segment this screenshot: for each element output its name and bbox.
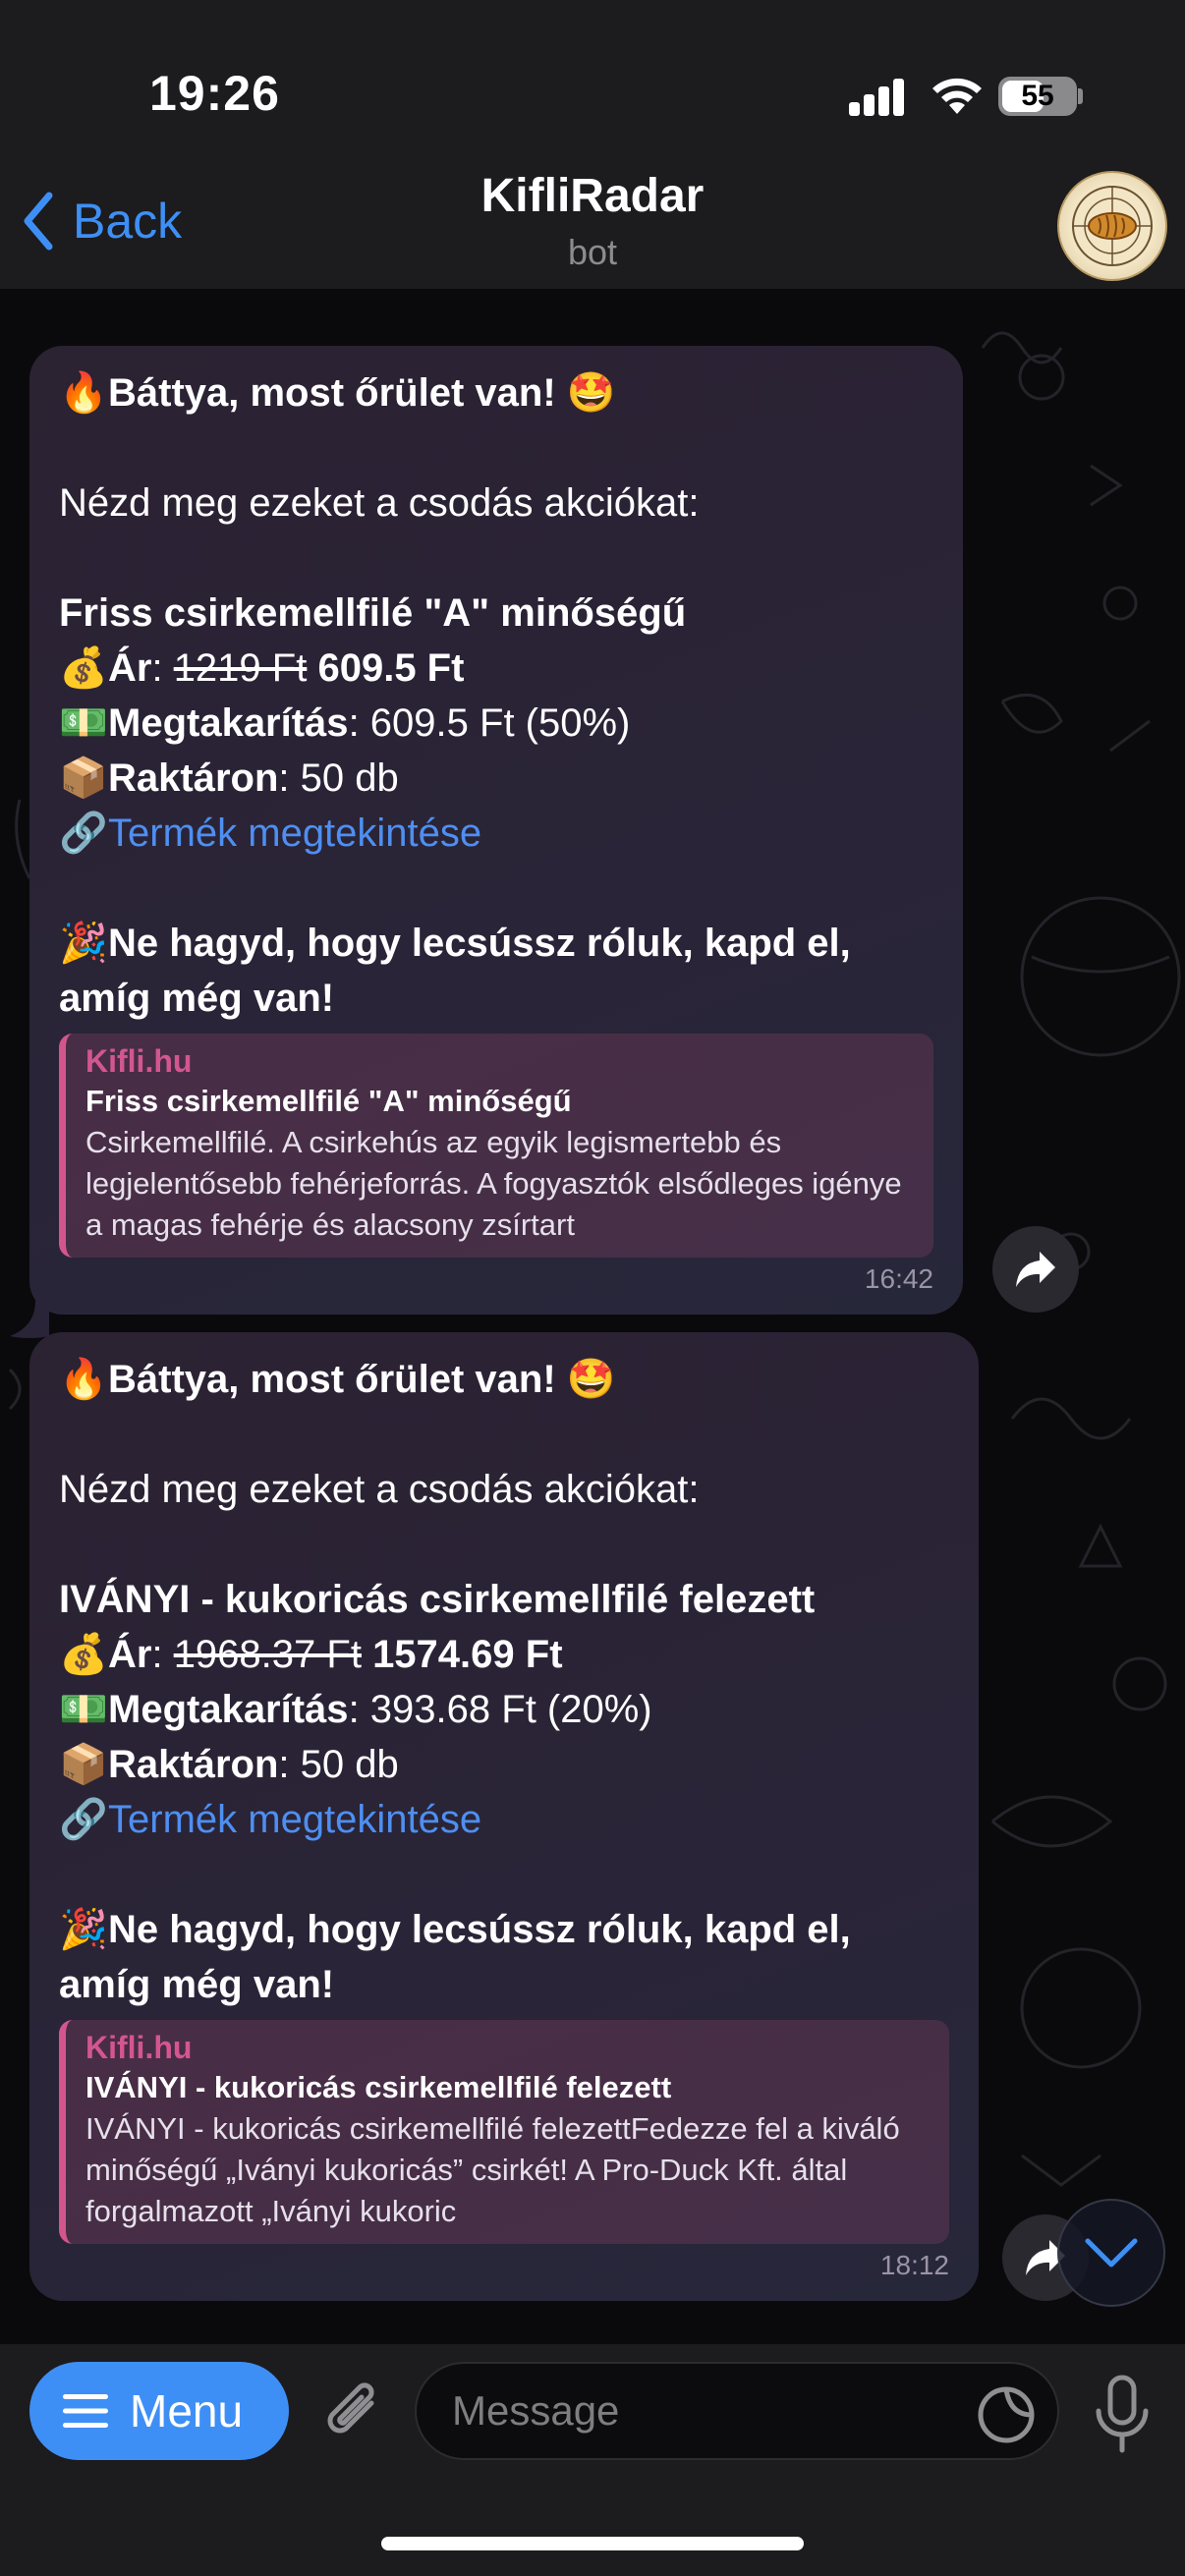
- message-time: 16:42: [864, 1263, 933, 1294]
- cta-line-1: Ne hagyd, hogy lecsússz róluk, kapd el,: [108, 1908, 851, 1951]
- fire-icon: 🔥: [59, 371, 108, 415]
- menu-label: Menu: [130, 2385, 244, 2436]
- fire-icon: 🔥: [59, 1358, 108, 1401]
- cta-line-1: Ne hagyd, hogy lecsússz róluk, kapd el,: [108, 922, 851, 965]
- preview-site: Kifli.hu: [85, 1043, 193, 1079]
- message-time: 18:12: [879, 2250, 949, 2280]
- star-struck-icon: 🤩: [566, 1358, 616, 1401]
- home-indicator[interactable]: [381, 2537, 804, 2550]
- chat-area[interactable]: 🔥Báttya, most őrület van! 🤩 Nézd meg eze…: [0, 289, 1185, 2344]
- product-link[interactable]: Termék megtekintése: [108, 812, 481, 855]
- cta-line-2: amíg még van!: [59, 1963, 335, 2006]
- link-preview[interactable]: Kifli.hu Friss csirkemellfilé "A" minősé…: [59, 1034, 933, 1258]
- message-headline: Báttya, most őrület van!: [108, 371, 556, 415]
- stock-label: Raktáron: [108, 756, 279, 800]
- money-bag-icon: 💰: [59, 1633, 108, 1676]
- new-price: 609.5 Ft: [317, 646, 465, 690]
- savings-label: Megtakarítás: [108, 1688, 349, 1731]
- package-icon: 📦: [59, 1743, 108, 1786]
- chat-subtitle: bot: [567, 232, 618, 272]
- money-bag-icon: 💰: [59, 646, 108, 690]
- menu-button[interactable]: Menu: [29, 2362, 289, 2460]
- forward-button[interactable]: [992, 1226, 1079, 1313]
- chat-title[interactable]: KifliRadar: [0, 169, 1185, 223]
- message-intro: Nézd meg ezeket a csodás akciókat:: [59, 1468, 700, 1511]
- stock-label: Raktáron: [108, 1743, 279, 1786]
- scroll-to-bottom-button[interactable]: [1057, 2199, 1165, 2307]
- message-bubble[interactable]: 🔥Báttya, most őrület van! 🤩 Nézd meg eze…: [29, 1332, 979, 2301]
- product-name: IVÁNYI - kukoricás csirkemellfilé feleze…: [59, 1578, 816, 1621]
- message-headline: Báttya, most őrület van!: [108, 1358, 556, 1401]
- battery-icon: 55: [998, 77, 1077, 116]
- stock-value: 50 db: [300, 756, 399, 800]
- bot-avatar[interactable]: [1057, 171, 1167, 281]
- battery-level: 55: [1021, 80, 1054, 112]
- preview-description: IVÁNYI - kukoricás csirkemellfilé feleze…: [85, 2111, 900, 2228]
- star-struck-icon: 🤩: [566, 371, 616, 415]
- preview-title: IVÁNYI - kukoricás csirkemellfilé feleze…: [85, 2070, 672, 2104]
- sticker-icon[interactable]: [977, 2385, 1036, 2444]
- old-price: 1219 Ft: [173, 646, 308, 690]
- link-icon: 🔗: [59, 1798, 108, 1841]
- chevron-down-icon: [1085, 2238, 1138, 2268]
- hamburger-menu-icon: [63, 2394, 108, 2428]
- cellular-signal-icon: [849, 79, 906, 116]
- status-time: 19:26: [149, 66, 280, 121]
- radar-logo-icon: [1072, 186, 1153, 266]
- old-price: 1968.37 Ft: [173, 1633, 362, 1676]
- party-popper-icon: 🎉: [59, 922, 108, 965]
- bubble-tail: [10, 1301, 49, 1338]
- product-name: Friss csirkemellfilé "A" minőségű: [59, 591, 687, 635]
- paperclip-icon[interactable]: [314, 2374, 393, 2452]
- savings-value: 393.68 Ft (20%): [369, 1688, 652, 1731]
- preview-description: Csirkemellfilé. A csirkehús az egyik leg…: [85, 1125, 902, 1242]
- party-popper-icon: 🎉: [59, 1908, 108, 1951]
- preview-title: Friss csirkemellfilé "A" minőségű: [85, 1084, 572, 1118]
- link-icon: 🔗: [59, 812, 108, 855]
- message-input[interactable]: [415, 2362, 1059, 2460]
- price-label: Ár: [108, 646, 152, 690]
- stock-value: 50 db: [300, 1743, 399, 1786]
- product-link[interactable]: Termék megtekintése: [108, 1798, 481, 1841]
- microphone-icon[interactable]: [1085, 2374, 1159, 2456]
- price-label: Ár: [108, 1633, 152, 1676]
- share-arrow-icon: [1016, 1252, 1055, 1287]
- savings-value: 609.5 Ft (50%): [369, 701, 631, 745]
- dollar-banknote-icon: 💵: [59, 701, 108, 745]
- message-bubble[interactable]: 🔥Báttya, most őrület van! 🤩 Nézd meg eze…: [29, 346, 963, 1315]
- top-bar: 19:26 55 Back KifliRadar bot: [0, 0, 1185, 289]
- new-price: 1574.69 Ft: [372, 1633, 563, 1676]
- package-icon: 📦: [59, 756, 108, 800]
- wifi-icon: [932, 78, 982, 114]
- savings-label: Megtakarítás: [108, 701, 349, 745]
- dollar-banknote-icon: 💵: [59, 1688, 108, 1731]
- preview-site: Kifli.hu: [85, 2030, 193, 2065]
- message-intro: Nézd meg ezeket a csodás akciókat:: [59, 481, 700, 525]
- cta-line-2: amíg még van!: [59, 977, 335, 1020]
- link-preview[interactable]: Kifli.hu IVÁNYI - kukoricás csirkemellfi…: [59, 2020, 949, 2244]
